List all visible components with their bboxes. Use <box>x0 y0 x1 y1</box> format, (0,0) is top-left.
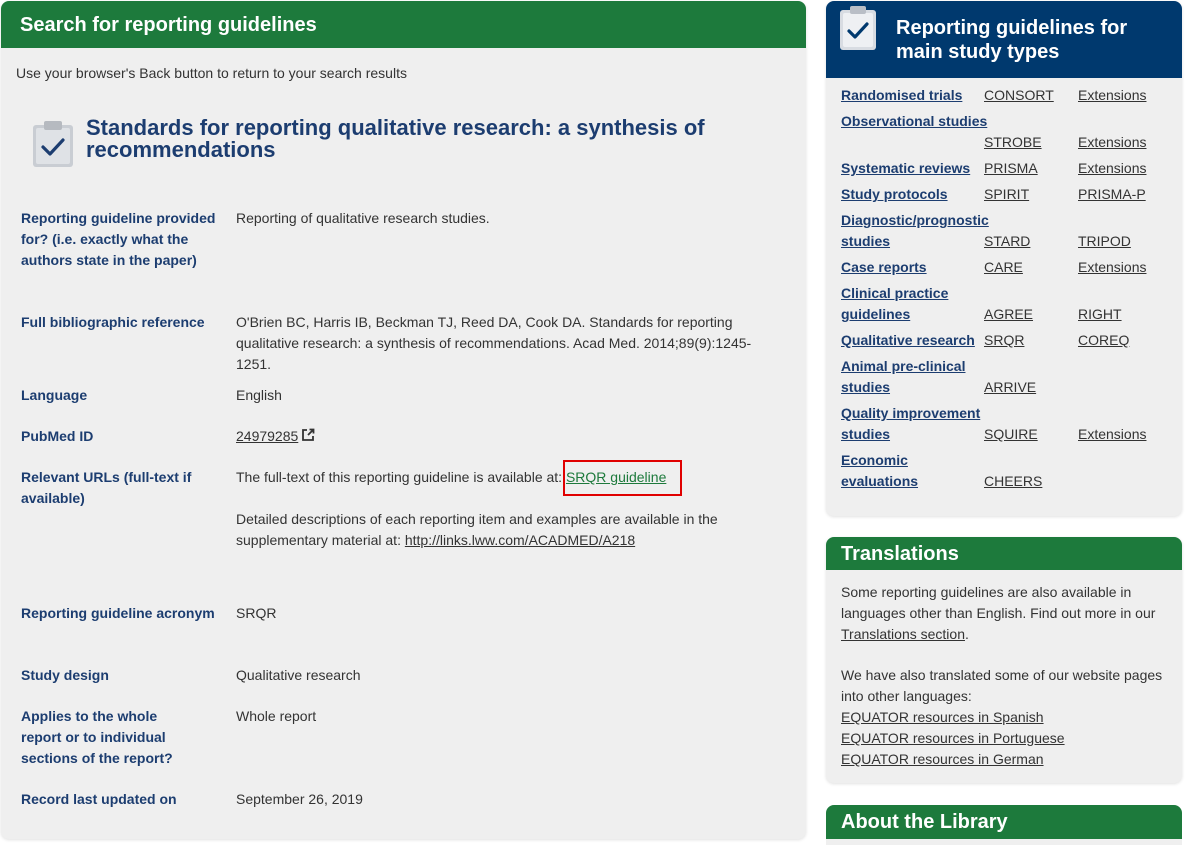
translations-panel: Translations Some reporting guidelines a… <box>826 537 1182 783</box>
translations-pages: We have also translated some of our webs… <box>841 665 1171 770</box>
study-type-link[interactable]: Diagnostic/prognostic studies <box>841 210 1001 252</box>
pubmed-value: 24979285 <box>236 426 776 447</box>
external-link-icon[interactable] <box>301 428 315 442</box>
provided-for-value: Reporting of qualitative research studie… <box>236 210 490 226</box>
language-label: Language <box>21 387 88 403</box>
study-type-link[interactable]: Systematic reviews <box>841 158 996 179</box>
guidelines-sidebar-header: Reporting guidelines for main study type… <box>826 1 1182 78</box>
guideline-link[interactable]: SRQR <box>984 330 1024 351</box>
study-type-link[interactable]: Case reports <box>841 257 996 278</box>
guideline-extra-link[interactable]: Extensions <box>1078 132 1146 153</box>
guideline-link[interactable]: CHEERS <box>984 471 1042 492</box>
guideline-extra-link[interactable]: COREQ <box>1078 330 1129 351</box>
provided-for-label: Reporting guideline provided for? (i.e. … <box>21 210 216 268</box>
portuguese-resources-link[interactable]: EQUATOR resources in Portuguese <box>841 728 1171 749</box>
pubmed-label: PubMed ID <box>21 428 94 444</box>
guideline-link[interactable]: SQUIRE <box>984 424 1038 445</box>
urls-text-1: The full-text of this reporting guidelin… <box>236 469 566 485</box>
guideline-link[interactable]: CONSORT <box>984 85 1054 106</box>
study-type-link[interactable]: Clinical practice guidelines <box>841 283 996 325</box>
supplementary-link[interactable]: http://links.lww.com/ACADMED/A218 <box>405 532 635 548</box>
guideline-extra-link[interactable]: TRIPOD <box>1078 231 1131 252</box>
guideline-extra-link[interactable]: Extensions <box>1078 85 1146 106</box>
urls-value-1: The full-text of this reporting guidelin… <box>236 467 776 488</box>
spanish-resources-link[interactable]: EQUATOR resources in Spanish <box>841 707 1171 728</box>
translations-section-link[interactable]: Translations section <box>841 626 965 642</box>
design-label: Study design <box>21 667 109 683</box>
clipboard-check-icon <box>33 121 73 167</box>
guideline-link[interactable]: CARE <box>984 257 1023 278</box>
guideline-link[interactable]: STROBE <box>984 132 1042 153</box>
guidelines-sidebar-title: Reporting guidelines for main study type… <box>896 17 1128 63</box>
guidelines-sidebar: Reporting guidelines for main study type… <box>826 1 1182 516</box>
translations-intro-text: Some reporting guidelines are also avail… <box>841 584 1156 621</box>
applies-value: Whole report <box>236 708 317 724</box>
page-title: Standards for reporting qualitative rese… <box>86 115 705 162</box>
study-type-link[interactable]: Randomised trials <box>841 85 996 106</box>
biblio-value: O'Brien BC, Harris IB, Beckman TJ, Reed … <box>236 314 752 372</box>
highlight-box <box>563 460 682 496</box>
guideline-extra-link[interactable]: Extensions <box>1078 424 1146 445</box>
study-type-link[interactable]: Economic evaluations <box>841 450 951 492</box>
translations-header: Translations <box>826 537 1182 570</box>
guideline-link[interactable]: SPIRIT <box>984 184 1029 205</box>
updated-value: September 26, 2019 <box>236 791 363 807</box>
study-type-link[interactable]: Qualitative research <box>841 330 986 351</box>
german-resources-link[interactable]: EQUATOR resources in German <box>841 749 1171 770</box>
guideline-link[interactable]: ARRIVE <box>984 377 1036 398</box>
translations-intro: Some reporting guidelines are also avail… <box>841 582 1171 645</box>
translations-intro-end: . <box>964 626 969 642</box>
guideline-extra-link[interactable]: RIGHT <box>1078 304 1122 325</box>
translations-links: EQUATOR resources in Spanish EQUATOR res… <box>841 707 1171 770</box>
updated-label: Record last updated on <box>21 791 177 807</box>
about-header: About the Library <box>826 805 1182 845</box>
guideline-detail-panel: Search for reporting guidelines Use your… <box>1 1 806 839</box>
study-type-link[interactable]: Animal pre-clinical studies <box>841 356 996 398</box>
guideline-link[interactable]: AGREE <box>984 304 1033 325</box>
guideline-extra-link[interactable]: PRISMA-P <box>1078 184 1146 205</box>
panel-header: Search for reporting guidelines <box>1 1 806 48</box>
guideline-link[interactable]: PRISMA <box>984 158 1038 179</box>
back-note: Use your browser's Back button to return… <box>16 65 407 81</box>
guideline-extra-link[interactable]: Extensions <box>1078 158 1146 179</box>
study-type-link[interactable]: Observational studies <box>841 111 996 132</box>
biblio-label: Full bibliographic reference <box>21 314 205 330</box>
urls-label: Relevant URLs (full-text if available) <box>21 469 192 506</box>
about-panel: About the Library <box>826 805 1182 845</box>
urls-value-2: Detailed descriptions of each reporting … <box>236 509 776 551</box>
design-value: Qualitative research <box>236 667 361 683</box>
study-type-link[interactable]: Quality improvement studies <box>841 403 1001 445</box>
guideline-link[interactable]: STARD <box>984 231 1030 252</box>
clipboard-check-icon <box>840 6 876 50</box>
acronym-label: Reporting guideline acronym <box>21 605 215 621</box>
study-type-link[interactable]: Study protocols <box>841 184 996 205</box>
applies-label: Applies to the whole report or to indivi… <box>21 708 173 766</box>
language-value: English <box>236 387 282 403</box>
guideline-extra-link[interactable]: Extensions <box>1078 257 1146 278</box>
pubmed-link[interactable]: 24979285 <box>236 428 298 444</box>
acronym-value: SRQR <box>236 605 277 621</box>
translations-pages-text: We have also translated some of our webs… <box>841 667 1163 704</box>
